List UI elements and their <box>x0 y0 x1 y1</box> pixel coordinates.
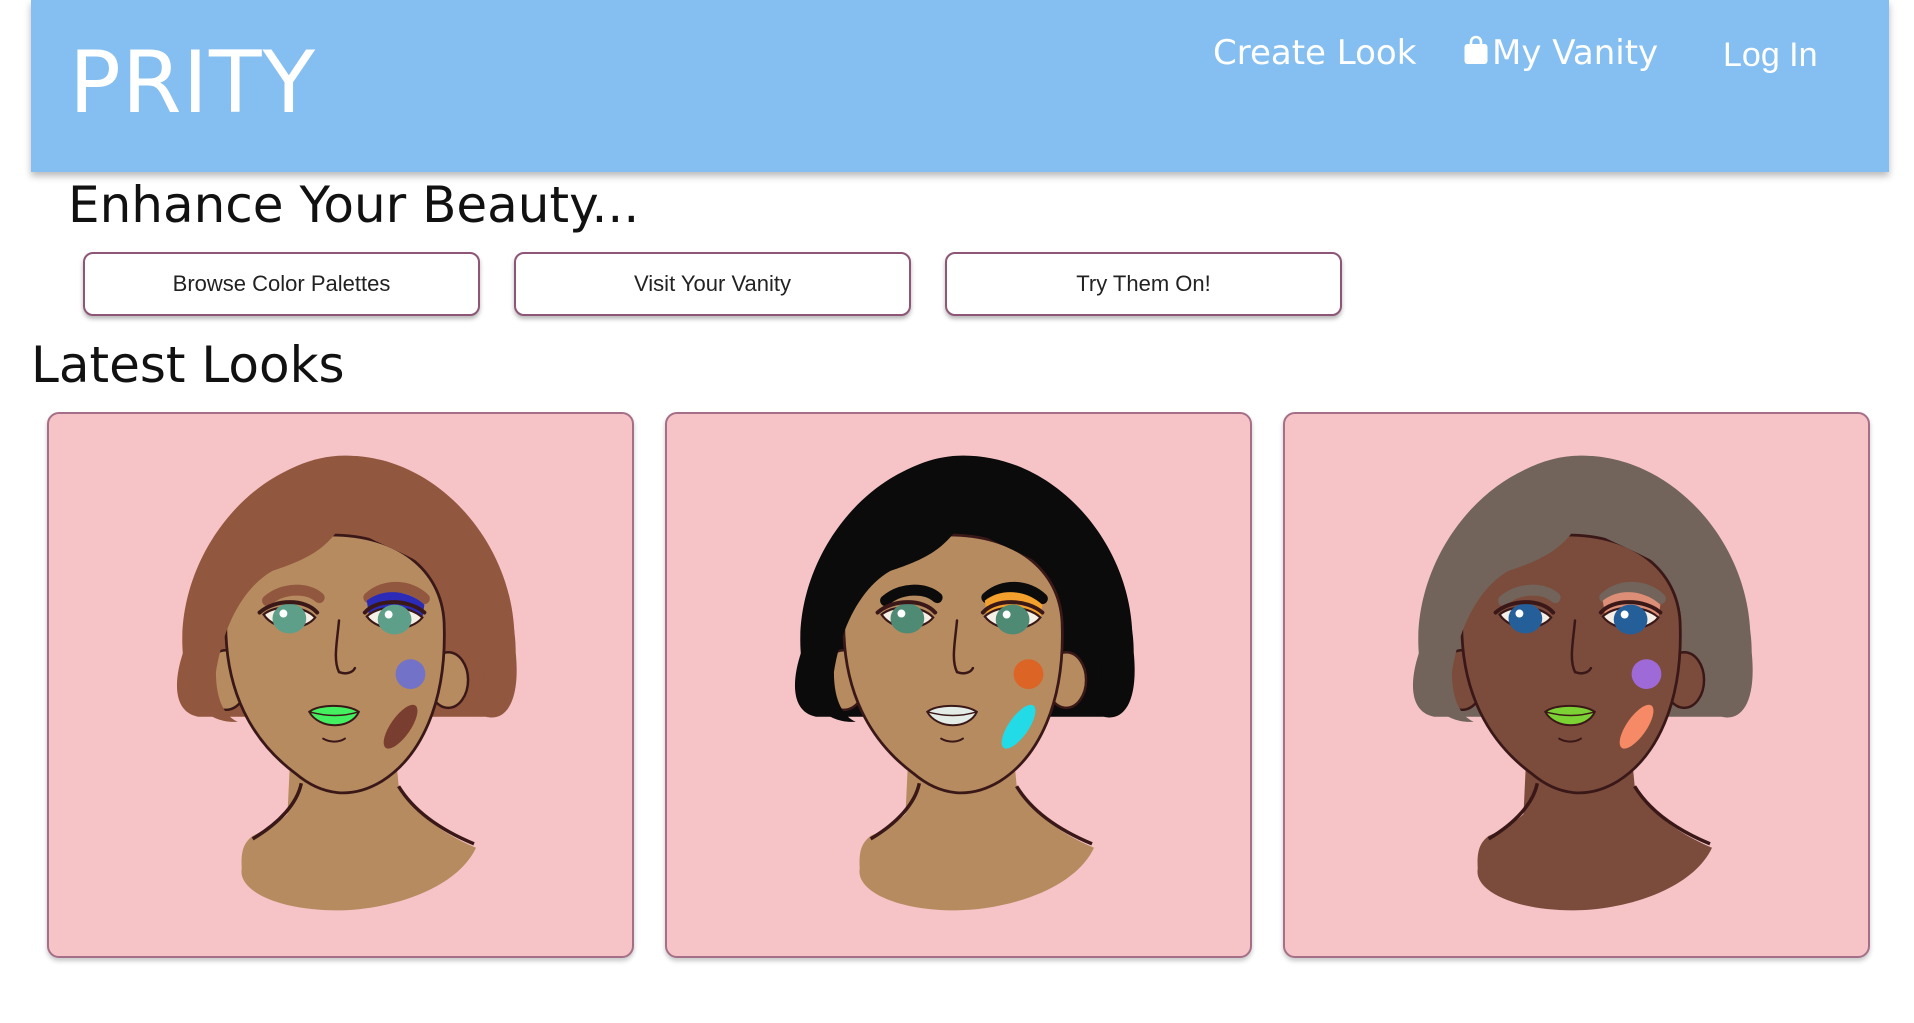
shopping-bag-icon <box>1463 35 1489 65</box>
visit-your-vanity-button[interactable]: Visit Your Vanity <box>514 252 911 316</box>
look-card[interactable] <box>665 412 1252 958</box>
blush-dot <box>395 659 426 689</box>
hero-tagline: Enhance Your Beauty... <box>68 176 640 234</box>
latest-looks-title: Latest Looks <box>31 336 345 394</box>
nav-my-vanity-label: My Vanity <box>1492 33 1659 73</box>
brand-logo[interactable]: PRITY <box>69 40 316 126</box>
browse-color-palettes-button[interactable]: Browse Color Palettes <box>83 252 480 316</box>
nav-log-in[interactable]: Log In <box>1723 38 1818 72</box>
look-card[interactable] <box>1283 412 1870 958</box>
blush-dot <box>1013 659 1044 689</box>
top-navbar: PRITY Create Look My Vanity Log In <box>31 0 1889 172</box>
look-card[interactable] <box>47 412 634 958</box>
blush-dot <box>1631 659 1662 689</box>
try-them-on-button[interactable]: Try Them On! <box>945 252 1342 316</box>
nav-create-look[interactable]: Create Look <box>1213 36 1416 70</box>
nav-my-vanity[interactable]: My Vanity <box>1463 33 1659 73</box>
